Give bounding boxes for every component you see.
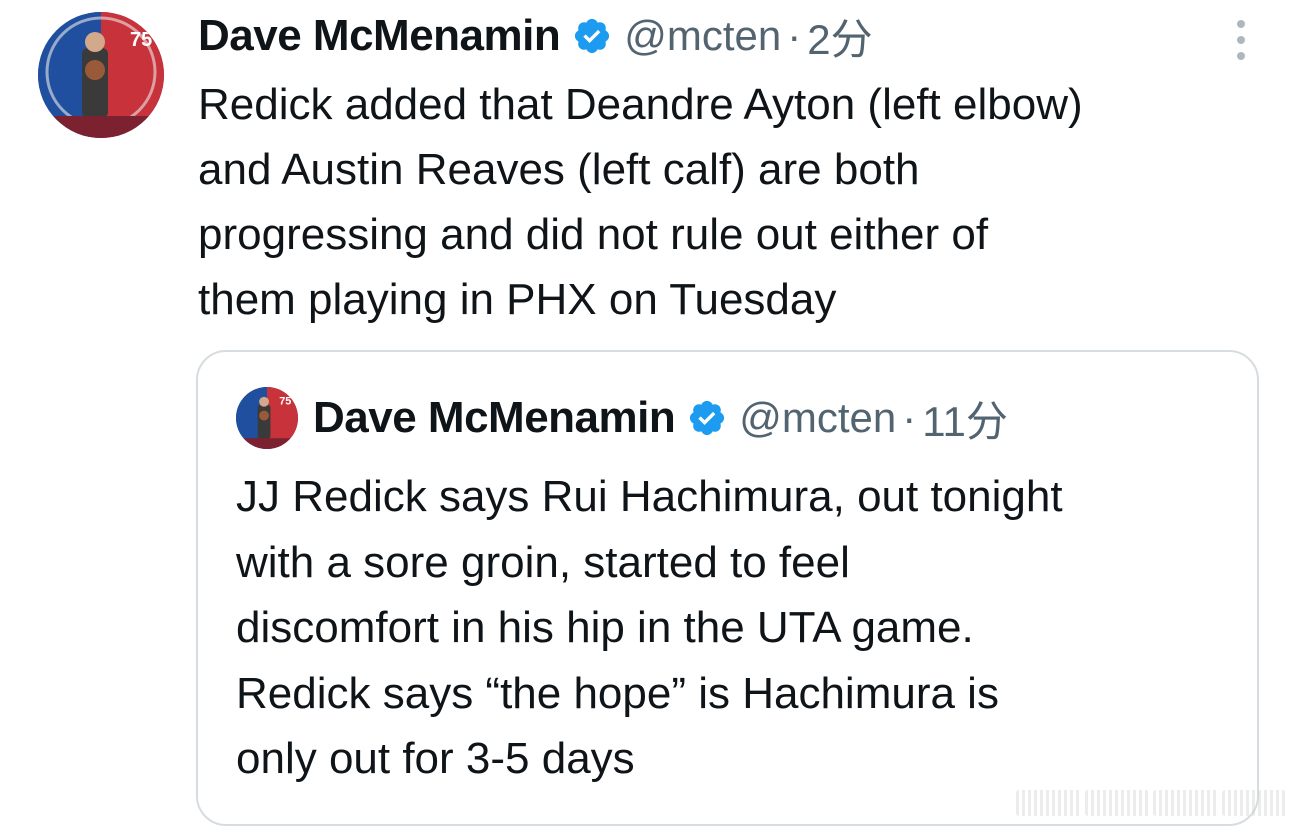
tweet-timestamp[interactable]: 2分	[807, 6, 872, 67]
header-separator: ·	[787, 12, 802, 59]
avatar-image: 75	[236, 387, 298, 449]
verified-badge-icon	[572, 16, 612, 56]
svg-text:75: 75	[130, 29, 152, 51]
header-separator: ·	[902, 394, 917, 441]
watermark	[1016, 790, 1286, 816]
quoted-author-avatar[interactable]: 75	[236, 387, 298, 449]
more-dot	[1237, 52, 1245, 60]
author-avatar[interactable]: 75	[38, 12, 164, 138]
watermark-segment	[1221, 790, 1286, 816]
author-handle[interactable]: @mcten	[624, 12, 781, 60]
tweet-text: Redick added that Deandre Ayton (left el…	[198, 80, 1083, 324]
svg-text:75: 75	[279, 396, 291, 408]
quoted-author-name[interactable]: Dave McMenamin	[313, 393, 676, 443]
quoted-tweet-header: Dave McMenamin @mcten · 11分	[313, 388, 1008, 448]
watermark-segment	[1153, 790, 1218, 816]
avatar-image: 75	[38, 12, 164, 138]
watermark-segment	[1084, 790, 1149, 816]
more-dot	[1237, 20, 1245, 28]
more-options-icon[interactable]	[1234, 20, 1248, 60]
tweet-header: Dave McMenamin @mcten · 2分	[198, 6, 873, 66]
verified-badge-icon	[687, 398, 727, 438]
quoted-tweet-timestamp[interactable]: 11分	[922, 388, 1008, 449]
quoted-author-handle[interactable]: @mcten	[739, 394, 896, 442]
quoted-tweet-text: JJ Redick says Rui Hachimura, out tonigh…	[236, 472, 1063, 783]
author-name[interactable]: Dave McMenamin	[198, 11, 561, 61]
watermark-segment	[1016, 790, 1081, 816]
more-dot	[1237, 36, 1245, 44]
